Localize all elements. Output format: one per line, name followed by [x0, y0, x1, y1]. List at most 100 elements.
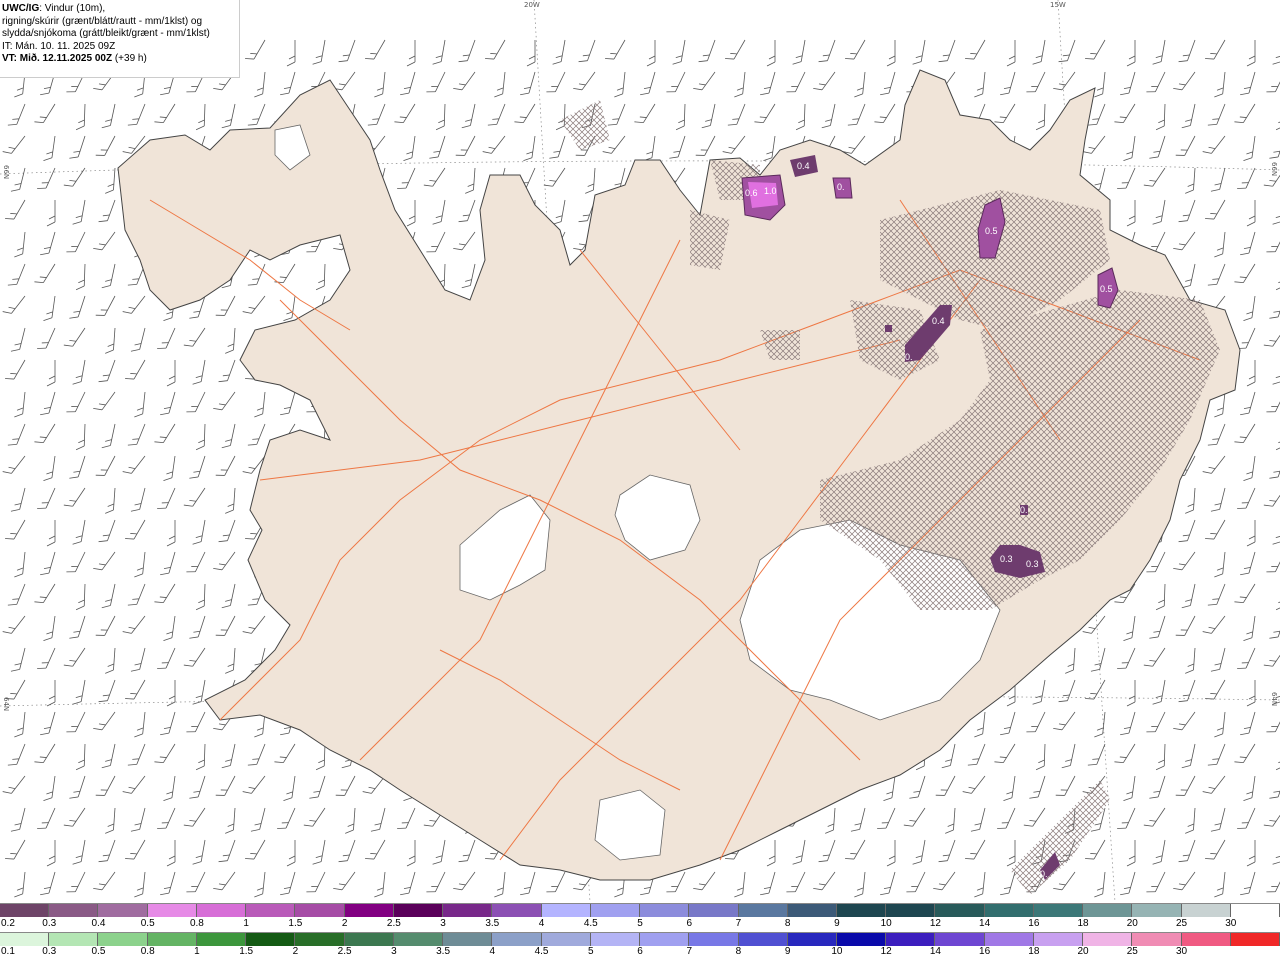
precip-label: 0.4 — [797, 161, 810, 171]
legend-swatch — [640, 933, 690, 946]
snow-color-legend — [0, 903, 1280, 917]
legend-label: 9 — [834, 918, 840, 929]
legend-label: 1 — [243, 918, 249, 929]
legend-label: 0.8 — [140, 946, 155, 957]
legend-label: 6 — [686, 918, 692, 929]
legend-swatch — [935, 933, 985, 946]
precip-label: 0.5 — [985, 226, 998, 236]
lon-label-15w: 15W — [1050, 1, 1066, 9]
legend-swatch — [443, 933, 493, 946]
title-line-1: UWC/IG: Vindur (10m), — [2, 3, 239, 16]
init-time: IT: Mán. 10. 11. 2025 09Z — [2, 41, 239, 54]
title-variable: : Vindur (10m), — [39, 3, 106, 14]
legend-label: 0.4 — [91, 918, 106, 929]
legend-label: 10 — [880, 918, 892, 929]
legend-swatch — [984, 904, 1034, 917]
lat-label-64n-left: 64N — [2, 697, 10, 712]
title-line-3: slydda/snjókoma (grátt/bleikt/grænt - mm… — [2, 28, 210, 39]
init-time-value: Mán. 10. 11. 2025 09Z — [15, 40, 116, 52]
legend-swatch — [1132, 933, 1182, 946]
legend-swatch — [49, 904, 99, 917]
legend-label: 0.8 — [189, 918, 204, 929]
legend-swatch — [1033, 933, 1084, 946]
legend-label: 30 — [1175, 946, 1188, 957]
precip-label: 0.4 — [932, 316, 945, 326]
legend-swatch — [492, 933, 542, 946]
legend-swatch — [1181, 933, 1231, 946]
legend-swatch — [1230, 904, 1280, 917]
legend-label: 6 — [637, 946, 643, 957]
legend-label: 3.5 — [436, 946, 451, 957]
legend-swatch — [246, 933, 296, 946]
legend-swatch — [1083, 933, 1133, 946]
legend-swatch — [935, 904, 985, 917]
legend-label: 16 — [1028, 918, 1040, 929]
snow-legend-labels: 0.2 0.3 0.4 0.5 0.8 1 1.5 2 2.5 3 3.5 4 4.5 5 6 7 8 9 10 12… — [0, 918, 1280, 932]
precip-label: 0.3 — [1000, 554, 1013, 564]
lat-label-66n-left: 66N — [2, 165, 10, 180]
precip-label: 0. — [1040, 869, 1048, 879]
legend-swatch — [689, 933, 739, 946]
legend-label: 25 — [1126, 946, 1138, 957]
legend-swatch — [295, 904, 345, 917]
legend-label: 0.2 — [1, 918, 15, 929]
legend-swatch — [1181, 904, 1231, 917]
legend-swatch — [984, 933, 1034, 946]
legend-label: 18 — [1028, 946, 1040, 957]
legend-swatch — [443, 904, 493, 917]
legend-label: 25 — [1175, 918, 1188, 929]
valid-time-value: (+39 h) — [114, 53, 147, 64]
legend-swatch — [689, 904, 739, 917]
legend-label: 8 — [784, 918, 791, 929]
legend-label: 30 — [1225, 918, 1237, 929]
legend-swatch — [640, 904, 690, 917]
legend-swatch — [886, 904, 936, 917]
legend-label: 20 — [1126, 918, 1138, 929]
legend-label: 0.1 — [1, 946, 15, 957]
legend-swatch — [98, 904, 148, 917]
legend-label: 5 — [587, 946, 594, 957]
legend-swatch — [1132, 904, 1182, 917]
legend-label: 14 — [929, 946, 941, 957]
precip-label: 0. — [1020, 505, 1028, 515]
title-line-2: rigning/skúrir (grænt/blátt/rautt - mm/1… — [2, 15, 203, 27]
legend-swatch — [49, 933, 99, 946]
precip-label: 0.5 — [1100, 284, 1113, 294]
legend-swatch — [590, 904, 641, 917]
legend-swatch — [590, 933, 641, 946]
legend-label: 18 — [1077, 918, 1089, 929]
legend-swatch — [1033, 904, 1084, 917]
legend-swatch — [0, 904, 50, 917]
legend-swatch — [393, 933, 444, 946]
legend-swatch — [344, 904, 394, 917]
legend-label: 1.5 — [239, 946, 254, 957]
rain-legend-labels: 0.1 0.3 0.5 0.8 1 1.5 2 2.5 3 3.5 4 4.5 5 6 7 8 9 10 12 14 1… — [0, 946, 1280, 960]
legend-swatch — [196, 904, 247, 917]
legend-label: 7 — [686, 946, 692, 957]
precip-label: 0.3 — [1026, 559, 1039, 569]
legend-label: 12 — [880, 946, 892, 957]
rain-color-legend — [0, 932, 1280, 946]
product-name: UWC/IG — [2, 3, 40, 14]
legend-label: 1.5 — [288, 918, 303, 929]
legend-label: 4 — [489, 946, 496, 957]
legend-label: 16 — [979, 946, 991, 957]
legend-swatch — [196, 933, 247, 946]
legend-label: 1 — [194, 946, 200, 957]
legend-swatch — [738, 933, 788, 946]
legend-swatch — [787, 933, 837, 946]
legend-label: 9 — [784, 946, 791, 957]
legend-label: 3 — [391, 946, 397, 957]
legend-label: 14 — [979, 918, 991, 929]
precip-label: 0.6 — [745, 188, 758, 198]
legend-swatch — [886, 933, 936, 946]
precip-label: 0. — [837, 182, 845, 192]
legend-swatch — [1230, 933, 1280, 946]
legend-label: 8 — [735, 946, 742, 957]
legend-swatch — [787, 904, 837, 917]
lon-label-20w: 20W — [524, 1, 540, 9]
legend-swatch — [393, 904, 444, 917]
legend-swatch — [492, 904, 542, 917]
legend-swatch — [738, 904, 788, 917]
legend-label: 7 — [735, 918, 742, 929]
